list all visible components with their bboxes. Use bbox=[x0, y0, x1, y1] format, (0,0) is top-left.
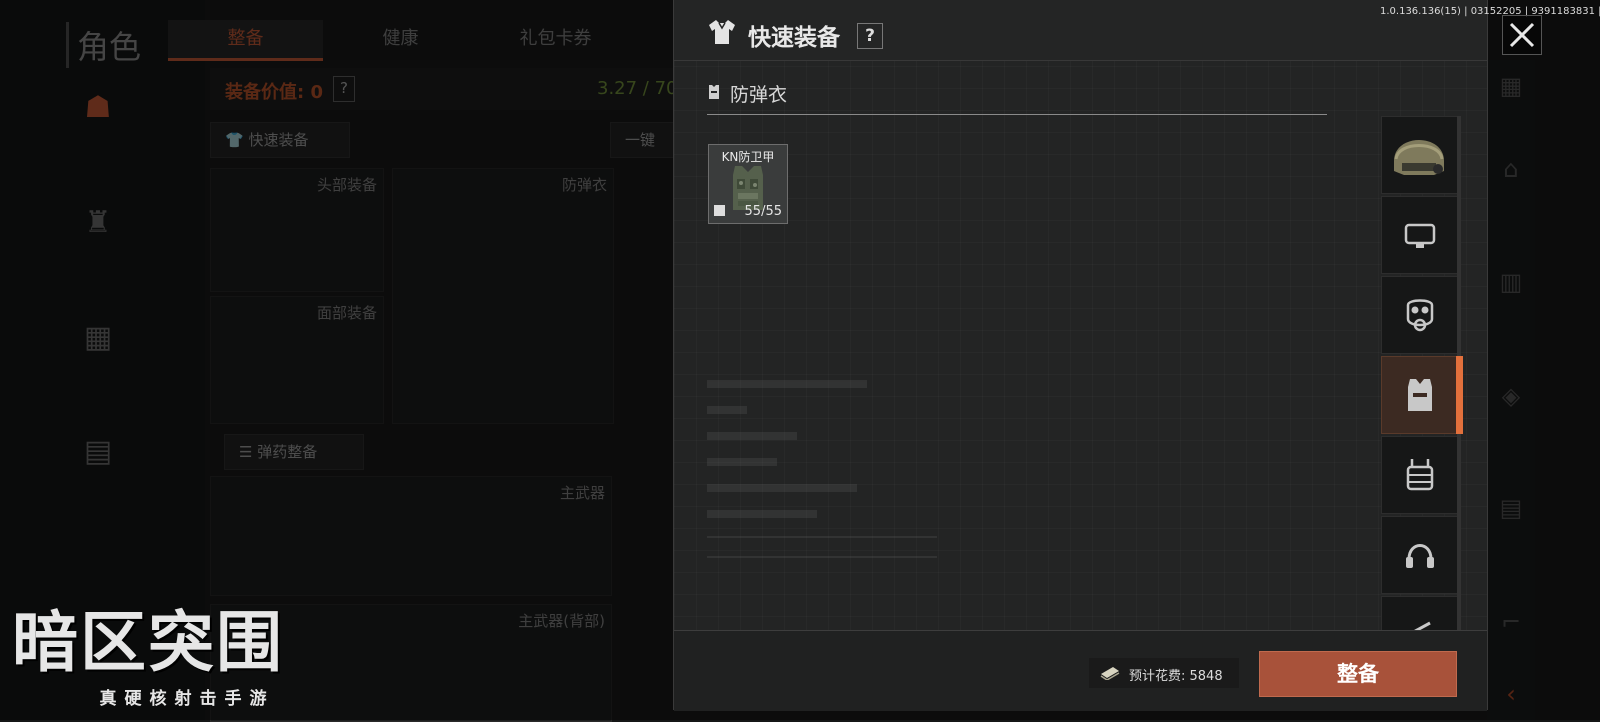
head-slot-label: 头部装备 bbox=[316, 176, 377, 194]
category-gas-mask[interactable] bbox=[1381, 276, 1459, 354]
crate-icon[interactable]: ▤ bbox=[78, 432, 118, 472]
one-click-label: 一键 bbox=[625, 131, 656, 149]
close-button[interactable] bbox=[1502, 15, 1542, 55]
category-helmet[interactable] bbox=[1381, 116, 1459, 194]
tab-gift-coupons[interactable]: 礼包卡券 bbox=[478, 20, 633, 58]
head-slot[interactable]: 头部装备 bbox=[210, 168, 384, 292]
primary-weapon-slot[interactable]: 主武器 bbox=[210, 476, 612, 596]
panel-title: 快速装备 bbox=[748, 25, 840, 51]
section-header: 防弹衣 bbox=[707, 78, 1327, 115]
item-badge-icon bbox=[714, 205, 725, 216]
bg-quick-equip-button[interactable]: 👕 快速装备 bbox=[210, 122, 350, 158]
armor-small-icon bbox=[709, 85, 719, 99]
logo-subtitle: 真硬核射击手游 bbox=[99, 689, 275, 709]
character-icon[interactable]: ☗ bbox=[78, 88, 118, 128]
logo-title: 暗区突围 bbox=[12, 604, 284, 681]
primary-back-label: 主武器(背部) bbox=[518, 612, 605, 630]
tab-health[interactable]: 健康 bbox=[323, 20, 478, 58]
weapon-icon bbox=[1414, 621, 1431, 630]
version-text: 1.0.136.136(15) | 03152205 | 9391183831 … bbox=[1380, 6, 1600, 17]
panel-help-button[interactable]: ? bbox=[857, 23, 883, 49]
gas-mask-icon bbox=[1406, 299, 1434, 332]
rig-icon[interactable]: ▦ bbox=[78, 318, 118, 358]
close-icon bbox=[1509, 22, 1535, 48]
category-body-armor[interactable] bbox=[1381, 356, 1459, 434]
grid-icon[interactable]: ▦ bbox=[1487, 72, 1535, 100]
shirt-icon: 👕 bbox=[225, 131, 244, 149]
shirt-icon bbox=[709, 20, 735, 44]
chest-rig-icon bbox=[1406, 459, 1434, 491]
armor-slot-label: 防弹衣 bbox=[561, 176, 607, 194]
game-logo: 暗区突围 真硬核射击手游 bbox=[12, 604, 362, 710]
category-headset-mount[interactable] bbox=[1381, 196, 1459, 274]
rifle-icon[interactable]: ⌐ bbox=[1487, 608, 1535, 636]
armor-slot[interactable]: 防弹衣 bbox=[392, 168, 614, 424]
helmet-icon bbox=[1394, 140, 1444, 175]
cube-icon[interactable]: ◈ bbox=[1487, 382, 1535, 410]
vest-icon bbox=[1408, 379, 1432, 411]
mount-icon bbox=[1404, 223, 1436, 248]
page-title: 角色 bbox=[66, 22, 141, 68]
headset-icon bbox=[1406, 544, 1434, 568]
category-weapon[interactable] bbox=[1381, 596, 1459, 630]
category-column bbox=[1381, 116, 1467, 630]
cost-box: 预计花费: 5848 bbox=[1089, 658, 1239, 688]
estimated-cost: 预计花费: 5848 bbox=[1129, 669, 1223, 684]
ammo-prepare-button[interactable]: ☰ 弹药整备 bbox=[224, 434, 364, 470]
bg-quick-equip-label: 快速装备 bbox=[248, 131, 309, 149]
category-chest-rig[interactable] bbox=[1381, 436, 1459, 514]
equipment-value-row: 装备价值: 0 ? 3.27 / 70 bbox=[210, 68, 680, 110]
value-help-button[interactable]: ? bbox=[333, 76, 355, 102]
ghost-stats-decoration bbox=[707, 380, 947, 610]
item-durability: 55/55 bbox=[744, 204, 782, 219]
weight-readout: 3.27 / 70 bbox=[597, 78, 678, 99]
quick-equip-panel: 快速装备 ? 防弹衣 KN防卫甲 55/55 预计花费: 5848 整备 bbox=[673, 0, 1488, 711]
category-headset[interactable] bbox=[1381, 516, 1459, 594]
equip-button[interactable]: 整备 bbox=[1259, 651, 1457, 697]
equipment-value: 装备价值: 0 bbox=[225, 82, 323, 103]
panel-footer: 预计花费: 5848 整备 bbox=[674, 630, 1487, 711]
case-icon[interactable]: ▤ bbox=[1487, 494, 1535, 522]
money-icon bbox=[1100, 667, 1120, 680]
category-scroll-thumb[interactable] bbox=[1456, 356, 1463, 434]
face-slot[interactable]: 面部装备 bbox=[210, 296, 384, 424]
ammo-prepare-label: 弹药整备 bbox=[257, 443, 318, 461]
back-arrow-icon[interactable]: ‹ bbox=[1487, 680, 1535, 708]
face-slot-label: 面部装备 bbox=[316, 304, 377, 322]
home-icon[interactable]: ⌂ bbox=[1487, 155, 1535, 183]
panel-header: 快速装备 ? bbox=[674, 0, 1487, 61]
tab-prepare[interactable]: 整备 bbox=[168, 20, 323, 61]
section-title: 防弹衣 bbox=[730, 84, 788, 106]
backpack-icon[interactable]: ♜ bbox=[78, 203, 118, 243]
box-icon[interactable]: ▥ bbox=[1487, 268, 1535, 296]
primary-weapon-label: 主武器 bbox=[559, 484, 605, 502]
item-card[interactable]: KN防卫甲 55/55 bbox=[708, 144, 788, 224]
ammo-icon: ☰ bbox=[239, 443, 253, 461]
